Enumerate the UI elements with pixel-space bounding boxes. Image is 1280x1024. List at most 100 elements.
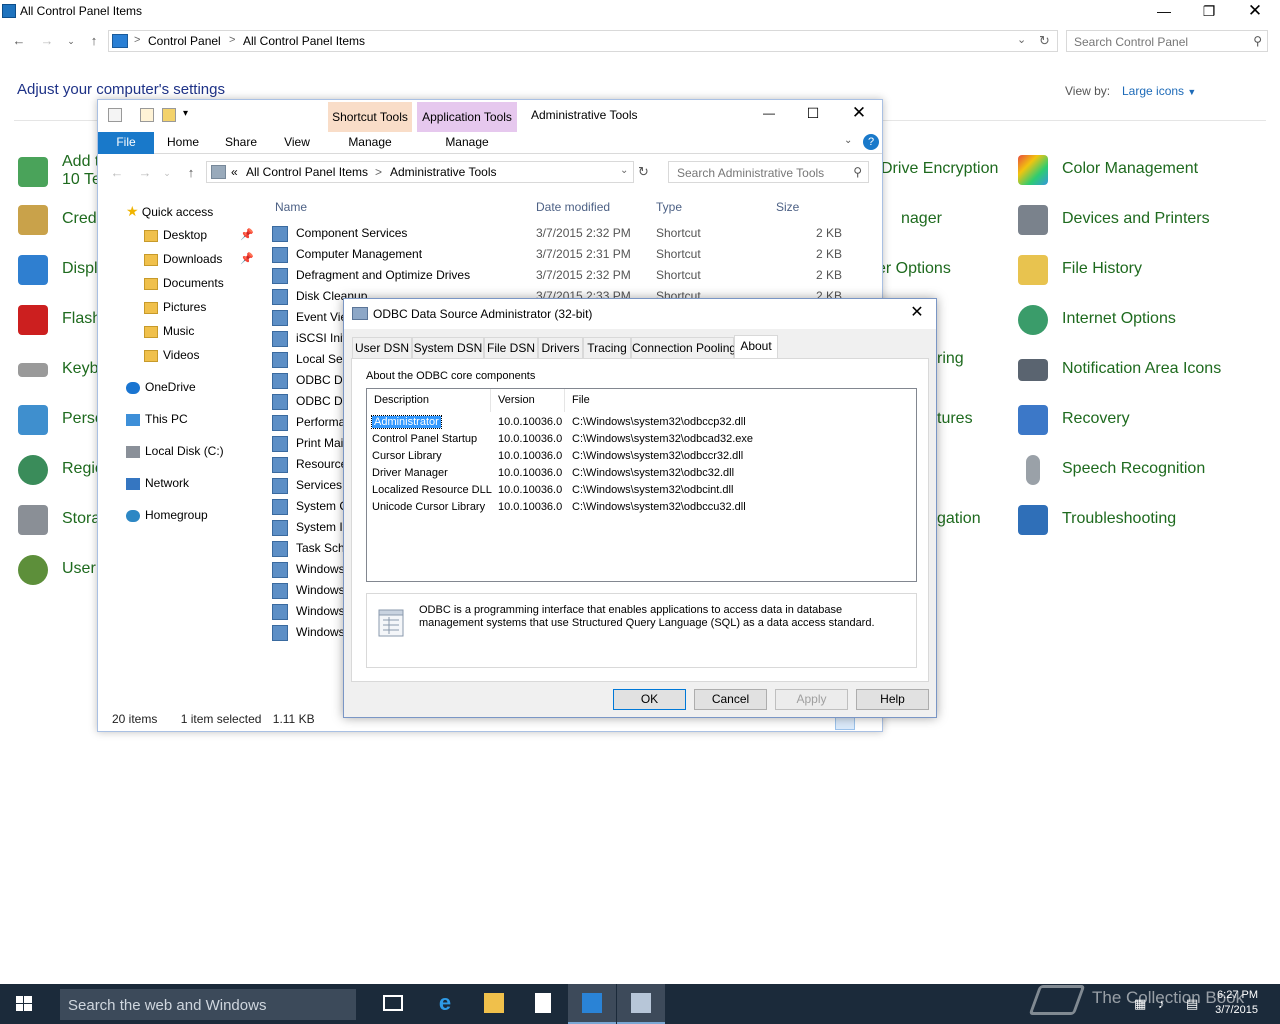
cp-item-label: Notification Area Icons [1062,360,1222,377]
context-tab-shortcut-tools[interactable]: Shortcut Tools [328,102,412,132]
column-size[interactable]: Size [776,196,799,218]
breadcrumb-control-panel[interactable]: Control Panel [148,34,221,48]
explorer-address-bar[interactable]: « All Control Panel Items > Administrati… [206,161,634,183]
components-list[interactable]: Description Version File Administrator 10… [366,388,917,582]
maximize-button[interactable]: ☐ [790,102,836,126]
close-button[interactable]: ✕ [836,102,882,126]
task-view-button[interactable] [369,984,417,1024]
view-by-dropdown[interactable]: Large icons ▼ [1122,84,1196,98]
restore-button[interactable]: ❐ [1186,0,1232,24]
column-date-modified[interactable]: Date modified [536,196,610,218]
network-icon [126,477,140,490]
breadcrumb-all-items[interactable]: All Control Panel Items [246,165,368,179]
recent-locations-button[interactable]: ⌄ [158,163,176,183]
start-button[interactable] [0,984,48,1024]
component-row[interactable]: Control Panel Startup 10.0.10036.0 C:\Wind… [367,431,916,448]
shortcut-icon [272,478,288,494]
back-button[interactable]: ← [10,31,28,51]
component-row[interactable]: Cursor Library 10.0.10036.0 C:\Windows\sys… [367,448,916,465]
column-file[interactable]: File [565,389,916,412]
chevron-down-icon[interactable]: ⌄ [1017,33,1026,46]
file-type: Shortcut [656,226,701,240]
nav-pictures[interactable]: Pictures [144,296,206,318]
help-icon[interactable]: ? [863,134,879,150]
taskbar-internet-explorer[interactable]: e [421,984,469,1024]
breadcrumb-all-items[interactable]: All Control Panel Items [243,34,365,48]
back-button[interactable]: ← [108,163,126,183]
forward-button[interactable]: → [136,163,154,183]
component-row[interactable]: Administrator 10.0.10036.0 C:\Windows\syst… [367,414,916,431]
explorer-search-input[interactable]: Search Administrative Tools ⚲ [668,161,869,183]
nav-local-disk[interactable]: Local Disk (C:) [126,440,224,462]
recent-locations-button[interactable]: ⌄ [62,31,80,51]
component-row[interactable]: Unicode Cursor Library 10.0.10036.0 C:\Win… [367,499,916,516]
help-button[interactable]: Help [856,689,929,710]
search-input[interactable]: Search Control Panel ⚲ [1066,30,1268,52]
overflow-chevron[interactable]: « [231,165,238,179]
tab-file[interactable]: File [98,132,154,154]
pin-icon[interactable]: 📌 [240,252,254,265]
tab-home[interactable]: Home [158,132,208,154]
control-panel-app-icon [2,4,16,18]
close-button[interactable]: ✕ [904,301,930,325]
nav-downloads[interactable]: Downloads [144,248,222,270]
tab-view[interactable]: View [274,132,320,154]
nav-network[interactable]: Network [126,472,189,494]
pin-icon[interactable]: 📌 [240,228,254,241]
component-row[interactable]: Localized Resource DLL 10.0.10036.0 C:\Win… [367,482,916,499]
new-folder-icon[interactable] [140,108,154,122]
refresh-icon[interactable]: ↻ [638,164,649,180]
taskbar-control-panel[interactable] [568,984,616,1024]
minimize-button[interactable]: — [746,102,792,126]
nav-desktop[interactable]: Desktop [144,224,207,246]
column-description[interactable]: Description [367,389,491,412]
file-row[interactable]: Computer Management 3/7/2015 2:31 PM Short… [272,244,872,265]
chevron-down-icon[interactable]: ⌄ [620,165,628,176]
file-row[interactable]: Component Services 3/7/2015 2:32 PM Shortc… [272,223,872,244]
ok-button[interactable]: OK [613,689,686,710]
expand-ribbon-icon[interactable]: ⌄ [844,135,852,146]
nav-videos[interactable]: Videos [144,344,199,366]
taskbar-file-explorer[interactable] [470,984,518,1024]
tab-share[interactable]: Share [216,132,266,154]
cancel-button[interactable]: Cancel [694,689,767,710]
address-bar[interactable]: > Control Panel > All Control Panel Item… [108,30,1058,52]
file-row[interactable]: Defragment and Optimize Drives 3/7/2015 2… [272,265,872,286]
nav-homegroup[interactable]: Homegroup [126,504,208,526]
column-name[interactable]: Name [275,196,307,218]
nav-this-pc[interactable]: This PC [126,408,188,430]
taskbar-odbc[interactable] [617,984,665,1024]
file-name: ODBC Da [296,394,350,408]
tab-connection-pooling[interactable]: Connection Pooling [631,337,736,358]
tab-system-dsn[interactable]: System DSN [412,337,484,358]
tab-tracing[interactable]: Tracing [583,337,631,358]
close-button[interactable]: ✕ [1232,0,1278,24]
nav-music[interactable]: Music [144,320,194,342]
properties-icon[interactable] [108,108,122,122]
taskbar-search-input[interactable]: Search the web and Windows [60,989,356,1020]
tab-drivers[interactable]: Drivers [538,337,583,358]
context-tab-application-tools[interactable]: Application Tools [417,102,517,132]
breadcrumb-admin-tools[interactable]: Administrative Tools [390,165,497,179]
nav-documents[interactable]: Documents [144,272,224,294]
tab-about[interactable]: About [734,335,778,359]
column-type[interactable]: Type [656,196,682,218]
forward-button[interactable]: → [38,31,56,51]
tab-user-dsn[interactable]: User DSN [352,337,412,358]
nav-onedrive[interactable]: OneDrive [126,376,196,398]
tab-file-dsn[interactable]: File DSN [484,337,538,358]
column-version[interactable]: Version [491,389,565,412]
refresh-icon[interactable]: ↻ [1039,33,1050,49]
folder-icon[interactable] [162,108,176,122]
tab-manage-application[interactable]: Manage [417,132,517,154]
up-button[interactable]: ↑ [85,31,103,51]
taskbar-store[interactable] [519,984,567,1024]
apply-button[interactable]: Apply [775,689,848,710]
tab-manage-shortcut[interactable]: Manage [328,132,412,154]
minimize-button[interactable]: — [1141,0,1187,24]
customize-quick-access-icon[interactable]: ▾ [183,108,188,119]
file-list-header: Name Date modified Type Size [268,196,868,218]
up-button[interactable]: ↑ [182,163,200,183]
nav-quick-access[interactable]: ★ Quick access [126,200,213,222]
component-row[interactable]: Driver Manager 10.0.10036.0 C:\Windows\sys… [367,465,916,482]
